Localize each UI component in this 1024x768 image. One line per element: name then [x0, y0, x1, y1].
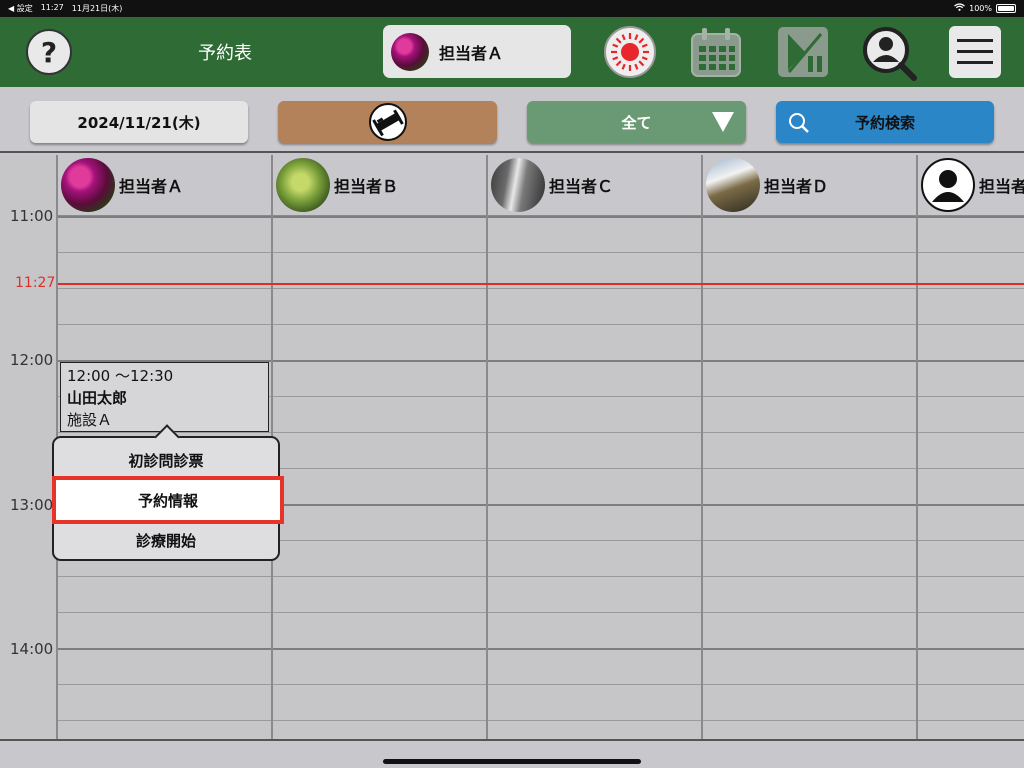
bed-button[interactable] — [278, 101, 497, 143]
grid-line — [58, 720, 1024, 721]
staff-avatar — [491, 158, 545, 212]
bottom-bar — [0, 739, 1024, 768]
appointment-block[interactable]: 12:00 ～12:30 山田太郎 施設Ａ — [60, 362, 269, 432]
grid-line — [58, 432, 1024, 433]
calendar-icon — [691, 28, 741, 77]
reservation-search-button[interactable]: 予約検索 — [776, 101, 994, 143]
grid-line — [58, 684, 1024, 685]
filter-label: 全て — [621, 113, 652, 132]
hamburger-icon — [957, 39, 993, 64]
staff-column-header-d[interactable]: 担当者Ｄ — [703, 155, 918, 215]
appointment-context-menu: 初診問診票 予約情報 診療開始 — [52, 436, 284, 561]
app-header: ? 予約表 担当者Ａ — [0, 17, 1024, 87]
menu-item-start-treatment[interactable]: 診療開始 — [54, 530, 278, 551]
home-indicator[interactable] — [383, 759, 641, 764]
staff-selector-button[interactable]: 担当者Ａ — [383, 25, 571, 78]
date-picker-button[interactable]: 2024/11/21(木) — [30, 101, 248, 143]
status-bar: ◀ 設定 11:27 11月21日(木) 100% — [0, 0, 1024, 17]
staff-name: 担当者Ａ — [119, 177, 184, 196]
staff-column-header-a[interactable]: 担当者Ａ — [58, 155, 273, 215]
dropdown-arrow-icon — [712, 112, 734, 132]
sun-icon — [611, 33, 649, 71]
staff-name: 担当者 — [979, 177, 1024, 196]
time-label: 14:00 — [10, 640, 54, 658]
search-icon — [789, 113, 809, 133]
reservation-search-label: 予約検索 — [854, 113, 915, 132]
grid-line — [58, 324, 1024, 325]
status-date: 11月21日(木) — [71, 4, 123, 13]
staff-avatar — [61, 158, 115, 212]
current-time-label: 11:27 — [15, 275, 56, 291]
user-search-icon — [863, 27, 917, 81]
appointment-time: 12:00 ～12:30 — [67, 367, 174, 385]
staff-name: 担当者Ｄ — [764, 177, 829, 196]
patient-search-button[interactable] — [862, 26, 917, 81]
sun-button[interactable] — [604, 26, 656, 78]
time-label: 13:00 — [10, 496, 54, 514]
time-label: 11:00 — [10, 207, 54, 225]
battery-icon — [996, 3, 1016, 13]
battery-percent: 100% — [969, 3, 992, 13]
menu-button[interactable] — [949, 26, 1001, 78]
grid-line — [58, 612, 1024, 613]
time-label: 12:00 — [10, 351, 54, 369]
status-time: 11:27 — [40, 3, 64, 12]
current-time-line — [58, 283, 1024, 285]
page-title: 予約表 — [198, 43, 252, 64]
staff-avatar — [706, 158, 760, 212]
wifi-icon — [954, 3, 966, 13]
toolbar: 2024/11/21(木) 全て 予約検索 — [0, 87, 1024, 153]
menu-item-label: 予約情報 — [137, 491, 198, 510]
appointment-patient: 山田太郎 — [67, 389, 128, 407]
menu-item-reservation-info[interactable]: 予約情報 — [52, 476, 284, 524]
grid-line-hour — [58, 648, 1024, 650]
bed-icon — [368, 103, 407, 141]
help-button[interactable]: ? — [26, 29, 72, 75]
staff-avatar — [276, 158, 330, 212]
calendar-button[interactable] — [690, 26, 742, 78]
staff-column-header-e[interactable]: 担当者 — [918, 155, 1024, 215]
back-to-settings-link[interactable]: ◀ 設定 — [8, 3, 33, 14]
staff-column-header-b[interactable]: 担当者Ｂ — [273, 155, 488, 215]
grid-line — [58, 288, 1024, 289]
staff-name: 担当者Ｃ — [549, 177, 614, 196]
filter-dropdown[interactable]: 全て — [527, 101, 746, 143]
grid-line-hour — [58, 216, 1024, 218]
grid-line — [58, 252, 1024, 253]
column-divider — [486, 215, 488, 739]
menu-item-initial-questionnaire[interactable]: 初診問診票 — [54, 450, 278, 471]
default-avatar-icon — [921, 158, 975, 212]
schedule-grid: 担当者Ａ 担当者Ｂ 担当者Ｃ 担当者Ｄ 担当者 11:00 12:00 13:0… — [0, 155, 1024, 739]
play-pause-button[interactable] — [777, 26, 829, 78]
staff-selector-label: 担当者Ａ — [439, 43, 504, 63]
column-divider — [916, 215, 918, 739]
staff-name: 担当者Ｂ — [334, 177, 399, 196]
staff-column-header-c[interactable]: 担当者Ｃ — [488, 155, 703, 215]
staff-avatar — [391, 32, 429, 71]
play-pause-icon — [778, 27, 828, 77]
grid-line — [58, 576, 1024, 577]
column-divider — [701, 215, 703, 739]
